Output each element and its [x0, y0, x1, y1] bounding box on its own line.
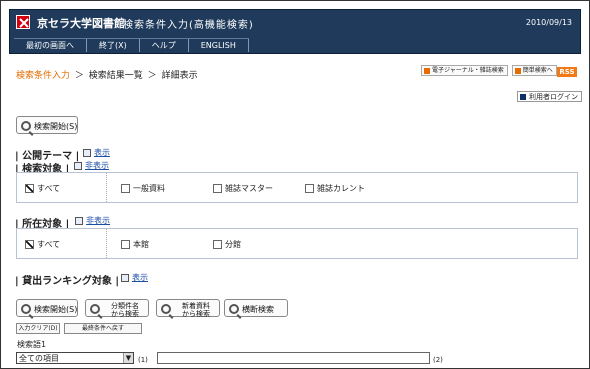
- location-branch-checkbox[interactable]: 分館: [213, 239, 241, 250]
- breadcrumb-detail: 詳細表示: [161, 71, 198, 81]
- breadcrumb-separator: ＞: [74, 71, 84, 81]
- location-all-checkbox[interactable]: すべて: [25, 239, 60, 250]
- classification-search-button[interactable]: 分類件名 から検索: [85, 299, 149, 318]
- breadcrumb-current: 検索条件入力: [16, 71, 71, 81]
- field-select[interactable]: 全ての項目 ▼: [16, 352, 134, 364]
- new-arrivals-search-button[interactable]: 新着資料 から検索: [156, 299, 220, 318]
- user-login-button[interactable]: 利用者ログイン: [517, 91, 582, 102]
- target-magazine-master-checkbox[interactable]: 雑誌マスター: [213, 183, 273, 194]
- nav-exit[interactable]: 終了(X): [87, 39, 140, 52]
- main-navigation: 最初の画面へ 終了(X) ヘルプ ENGLISH: [14, 38, 249, 52]
- current-date: 2010/09/13: [525, 18, 572, 27]
- suffix-2: (2): [433, 356, 443, 364]
- restore-last-conditions-button[interactable]: 最終条件へ戻す: [64, 323, 142, 334]
- search-target-toggle[interactable]: 非表示: [74, 160, 109, 171]
- search-icon: [161, 304, 171, 314]
- location-options: すべて 本館 分館: [16, 228, 578, 259]
- chevron-down-icon: ▼: [123, 353, 133, 363]
- breadcrumb-separator: ＞: [147, 71, 157, 81]
- site-title: 京セラ大学図書館: [37, 17, 125, 30]
- keyword-input[interactable]: [157, 352, 430, 364]
- breadcrumb: 検索条件入力 ＞ 検索結果一覧 ＞ 詳細表示: [16, 68, 198, 81]
- nav-help[interactable]: ヘルプ: [140, 39, 189, 52]
- library-logo-icon: [16, 15, 30, 29]
- cross-search-button[interactable]: 横断検索: [224, 299, 288, 317]
- divider: [106, 229, 107, 258]
- target-magazine-current-checkbox[interactable]: 雑誌カレント: [305, 183, 365, 194]
- clear-input-button[interactable]: 入力クリア(D): [16, 323, 60, 334]
- search-start-button-bottom[interactable]: 検索開始(S): [16, 299, 78, 317]
- search-icon: [21, 121, 31, 131]
- divider: [106, 173, 107, 202]
- nav-english[interactable]: ENGLISH: [189, 39, 249, 52]
- target-all-checkbox[interactable]: すべて: [25, 183, 60, 194]
- search-target-options: すべて 一般資料 雑誌マスター 雑誌カレント: [16, 172, 578, 203]
- target-general-checkbox[interactable]: 一般資料: [121, 183, 165, 194]
- rss-icon[interactable]: RSS: [557, 67, 577, 77]
- breadcrumb-results: 検索結果一覧: [88, 71, 143, 81]
- public-theme-toggle[interactable]: 表示: [83, 147, 110, 158]
- ranking-heading: | 貸出ランキング対象 |: [15, 276, 119, 287]
- field-select-value: 全ての項目: [19, 354, 59, 363]
- search-start-button-top[interactable]: 検索開始(S): [16, 116, 78, 134]
- search-icon: [229, 304, 239, 314]
- utility-links: 電子ジャーナル・雑誌検索 簡単検索へ: [421, 65, 557, 76]
- page-frame: 京セラ大学図書館 検索条件入力(高機能検索) 2010/09/13 最初の画面へ…: [0, 0, 590, 369]
- journal-search-link[interactable]: 電子ジャーナル・雑誌検索: [421, 65, 508, 76]
- keyword-label: 検索語1: [17, 340, 47, 349]
- search-icon: [90, 304, 100, 314]
- nav-first-page[interactable]: 最初の画面へ: [14, 39, 87, 52]
- ranking-toggle[interactable]: 表示: [121, 272, 148, 283]
- suffix-1: (1): [138, 356, 148, 364]
- site-header: 京セラ大学図書館 検索条件入力(高機能検索) 2010/09/13 最初の画面へ…: [9, 9, 581, 54]
- location-toggle[interactable]: 非表示: [75, 215, 110, 226]
- page-title: 検索条件入力(高機能検索): [123, 20, 254, 31]
- simple-search-link[interactable]: 簡単検索へ: [511, 65, 557, 76]
- location-main-checkbox[interactable]: 本館: [121, 239, 149, 250]
- search-icon: [21, 304, 31, 314]
